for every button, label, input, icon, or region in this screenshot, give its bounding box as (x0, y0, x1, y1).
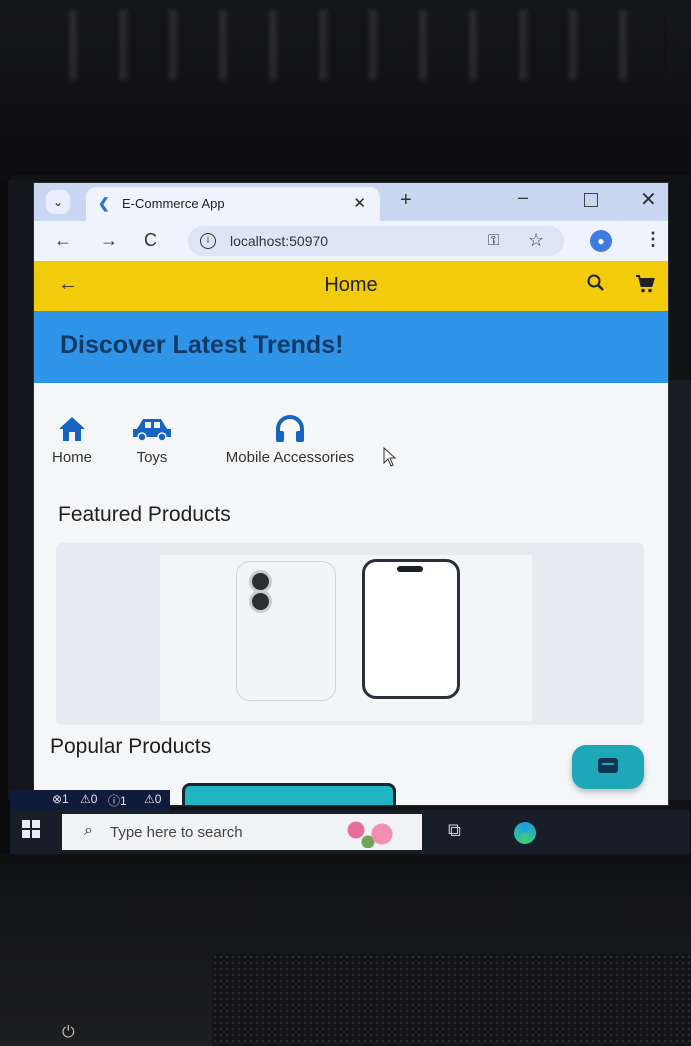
ide-status-bar: ⊗1 ⚠0 ⓘ1 ⚠0 (10, 790, 170, 810)
browser-toolbar: ← → C i localhost:50970 ⚿ ☆ ● ⋮ (34, 221, 668, 261)
camera-lens (249, 590, 272, 613)
tab-search-button[interactable]: ⌄ (46, 190, 70, 214)
edge-browser-icon[interactable] (514, 822, 536, 844)
background-wall (0, 0, 691, 180)
maximize-button[interactable] (584, 193, 598, 207)
taskbar-search-icon: ⌕ (84, 822, 93, 839)
power-button-icon[interactable]: ⏻ (62, 1024, 75, 1042)
category-home[interactable]: Home (44, 415, 100, 466)
category-label-mobile-accessories: Mobile Accessories (225, 449, 355, 466)
taskbar-search-placeholder: Type here to search (110, 824, 243, 841)
desktop-left-edge (8, 180, 34, 800)
banner-heading: Discover Latest Trends! (60, 331, 344, 359)
category-label-toys: Toys (136, 449, 168, 466)
phone-back-image (236, 561, 336, 701)
window-close-button[interactable]: ✕ (640, 187, 657, 212)
laptop-body: ⏻ (0, 854, 691, 1046)
taskbar-search-box[interactable]: ⌕ Type here to search (62, 814, 422, 850)
minimize-button[interactable]: – (518, 187, 528, 208)
address-bar[interactable]: i localhost:50970 ⚿ ☆ (188, 226, 564, 256)
warning-count[interactable]: ⚠0 (80, 792, 97, 806)
password-key-icon[interactable]: ⚿ (488, 232, 499, 249)
car-icon (133, 419, 171, 442)
tab-bar: ⌄ ❮ E-Commerce App ✕ + – ✕ (34, 183, 668, 221)
background-code-editor (668, 380, 691, 800)
house-icon (59, 417, 85, 441)
back-arrow-icon[interactable]: ← (54, 230, 72, 251)
site-info-icon[interactable]: i (200, 233, 216, 249)
mouse-cursor-icon (383, 447, 397, 467)
browser-window: ⌄ ❮ E-Commerce App ✕ + – ✕ ← → C i local… (34, 183, 668, 805)
reload-icon[interactable]: C (144, 230, 157, 251)
featured-products-heading: Featured Products (58, 503, 231, 526)
home-content: Home Toys Mobile Accessories Featured Pr… (34, 383, 668, 805)
featured-product-carousel[interactable] (56, 543, 644, 725)
profile-avatar-icon[interactable]: ● (590, 230, 612, 252)
bookmark-star-icon[interactable]: ☆ (528, 230, 544, 251)
browser-menu-icon[interactable]: ⋮ (644, 229, 662, 250)
promo-banner[interactable]: Discover Latest Trends! (34, 311, 668, 383)
tab-close-icon[interactable]: ✕ (353, 194, 366, 212)
ports-count[interactable]: ⚠0 (144, 792, 161, 806)
category-toys[interactable]: Toys (122, 415, 182, 466)
tab-active[interactable]: ❮ E-Commerce App ✕ (86, 187, 380, 221)
popular-products-heading: Popular Products (50, 735, 212, 758)
phone-front-image (362, 559, 460, 699)
product-image[interactable] (160, 555, 532, 721)
dynamic-island (397, 566, 423, 572)
cart-icon[interactable] (634, 273, 656, 301)
windows-start-icon[interactable] (22, 820, 40, 838)
new-tab-button[interactable]: + (400, 189, 412, 212)
search-icon[interactable] (586, 273, 606, 299)
error-count[interactable]: ⊗1 (52, 792, 69, 806)
category-mobile-accessories[interactable]: Mobile Accessories (200, 415, 380, 466)
category-label-home: Home (51, 449, 92, 466)
chat-icon (598, 758, 618, 773)
info-count[interactable]: ⓘ1 (108, 792, 127, 809)
task-view-icon[interactable]: ⧉ (448, 820, 461, 841)
forward-arrow-icon[interactable]: → (100, 230, 118, 251)
popular-product-card[interactable] (182, 783, 396, 805)
page-title: Home (324, 274, 378, 296)
background-blur (30, 10, 670, 80)
flutter-icon: ❮ (98, 195, 110, 211)
app-bar: ← Home (34, 261, 668, 311)
windows-taskbar: ⌕ Type here to search ⧉ (10, 810, 690, 854)
chat-fab-button[interactable] (572, 745, 644, 789)
tab-title: E-Commerce App (122, 196, 225, 211)
url-text: localhost:50970 (230, 233, 329, 249)
headphones-icon (276, 415, 304, 442)
speaker-grill (212, 954, 691, 1046)
search-highlight-image (338, 816, 410, 848)
